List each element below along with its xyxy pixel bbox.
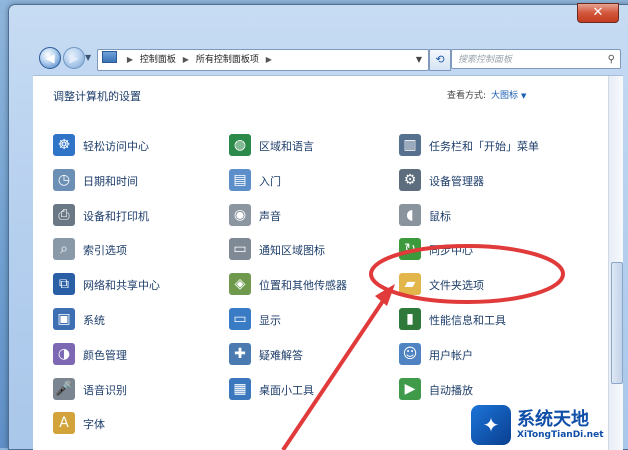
control-panel-item-label: 索引选项 (83, 244, 127, 257)
view-by-value: 大图标 (491, 91, 519, 101)
back-button[interactable]: ◀ (39, 47, 61, 69)
font-icon: A (53, 412, 75, 434)
display-icon: ▭ (229, 308, 251, 330)
control-panel-item-label: 设备管理器 (429, 175, 484, 188)
sync-icon: ↻ (399, 238, 421, 260)
globe-icon: ◍ (229, 134, 251, 156)
close-icon[interactable]: ✕ (577, 3, 619, 23)
chevron-down-icon: ▼ (521, 92, 527, 100)
navigation-bar: ◀ ▶ ▼ ▶ 控制面板 ▶ 所有控制面板项 ▶ ▼ ⟲ 搜索控制面板 ⚲ (35, 43, 628, 73)
user-accounts-icon: ☺ (399, 343, 421, 365)
arrow-head (375, 284, 395, 306)
breadcrumb-separator: ▶ (126, 55, 134, 64)
control-panel-item-label: 显示 (259, 314, 281, 327)
control-panel-item-label: 用户帐户 (429, 349, 473, 362)
performance-icon: ▮ (399, 308, 421, 330)
device-manager-icon: ⚙ (399, 169, 421, 191)
control-panel-item-label: 通知区域图标 (259, 244, 325, 257)
troubleshoot-icon: ✚ (229, 343, 251, 365)
control-panel-item-label: 颜色管理 (83, 349, 127, 362)
getting-started-icon: ▤ (229, 169, 251, 191)
control-panel-item-label: 桌面小工具 (259, 384, 314, 397)
taskbar-icon: ▥ (399, 134, 421, 156)
microphone-icon: 🎤 (53, 378, 75, 400)
control-panel-item-label: 系统 (83, 314, 105, 327)
control-panel-item-label: 性能信息和工具 (429, 314, 506, 327)
computer-icon: ▣ (53, 308, 75, 330)
recent-pages-dropdown[interactable]: ▼ (85, 53, 91, 62)
accessibility-icon: ☸ (53, 134, 75, 156)
highlight-arrow (281, 296, 387, 450)
gadgets-icon: ▦ (229, 378, 251, 400)
speaker-icon: ◉ (229, 204, 251, 226)
control-panel-item-label: 文件夹选项 (429, 279, 484, 292)
control-panel-item-label: 日期和时间 (83, 175, 138, 188)
vertical-scrollbar[interactable] (608, 76, 623, 450)
control-panel-item-label: 轻松访问中心 (83, 140, 149, 153)
page-title: 调整计算机的设置 (53, 90, 141, 103)
watermark-domain: XiTongTianDi.net (517, 430, 604, 440)
sensor-icon: ◈ (229, 273, 251, 295)
autoplay-icon: ▶ (399, 378, 421, 400)
control-panel-window: ✕ ◀ ▶ ▼ ▶ 控制面板 ▶ 所有控制面板项 ▶ ▼ ⟲ 搜索控制面板 ⚲ … (8, 3, 628, 450)
control-panel-item-label: 区域和语言 (259, 140, 314, 153)
chevron-down-icon[interactable]: ▼ (416, 50, 422, 70)
control-panel-item-label: 同步中心 (429, 244, 473, 257)
control-panel-item-label: 语音识别 (83, 384, 127, 397)
control-panel-item-label: 任务栏和「开始」菜单 (429, 140, 539, 153)
control-panel-item-label: 鼠标 (429, 210, 451, 223)
search-index-icon: ⌕ (53, 238, 75, 260)
control-panel-item-label: 入门 (259, 175, 281, 188)
breadcrumb-control-panel[interactable]: 控制面板 (140, 55, 176, 65)
breadcrumb-all-items[interactable]: 所有控制面板项 (196, 55, 259, 65)
control-panel-item-label: 声音 (259, 210, 281, 223)
control-panel-item-label: 疑难解答 (259, 349, 303, 362)
address-bar[interactable]: ▶ 控制面板 ▶ 所有控制面板项 ▶ ▼ (97, 49, 429, 71)
logo-icon: ✦ (471, 405, 511, 445)
folder-options-icon: ▰ (399, 273, 421, 295)
breadcrumb-separator: ▶ (182, 55, 189, 64)
breadcrumb-separator: ▶ (265, 55, 272, 64)
scroll-thumb[interactable] (611, 262, 623, 384)
control-panel-item-label: 设备和打印机 (83, 210, 149, 223)
printer-icon: ⎙ (53, 204, 75, 226)
control-panel-item-label: 位置和其他传感器 (259, 279, 347, 292)
view-by-dropdown[interactable]: 大图标 ▼ (491, 88, 526, 101)
refresh-button[interactable]: ⟲ (429, 49, 451, 71)
network-icon: ⧉ (53, 273, 75, 295)
control-panel-item-label: 字体 (83, 418, 105, 431)
control-panel-item-label: 自动播放 (429, 384, 473, 397)
mouse-icon: ◖ (399, 204, 421, 226)
control-panel-icon (102, 51, 117, 63)
watermark-logo: ✦ 系统天地 XiTongTianDi.net (471, 405, 621, 445)
color-management-icon: ◑ (53, 343, 75, 365)
notification-area-icon: ▭ (229, 238, 251, 260)
search-icon[interactable]: ⚲ (608, 50, 615, 70)
watermark-name: 系统天地 (517, 409, 589, 430)
control-panel-item-label: 网络和共享中心 (83, 279, 160, 292)
calendar-clock-icon: ◷ (53, 169, 75, 191)
search-input[interactable]: 搜索控制面板 ⚲ (451, 49, 621, 69)
forward-button[interactable]: ▶ (63, 47, 85, 69)
search-placeholder: 搜索控制面板 (458, 55, 513, 65)
view-by-label: 查看方式: (447, 91, 487, 101)
content-pane: 调整计算机的设置 查看方式: 大图标 ▼ ☸ 轻松访问中心 ◷ 日期和时间 ⎙ 设备和打印机… (33, 75, 623, 450)
